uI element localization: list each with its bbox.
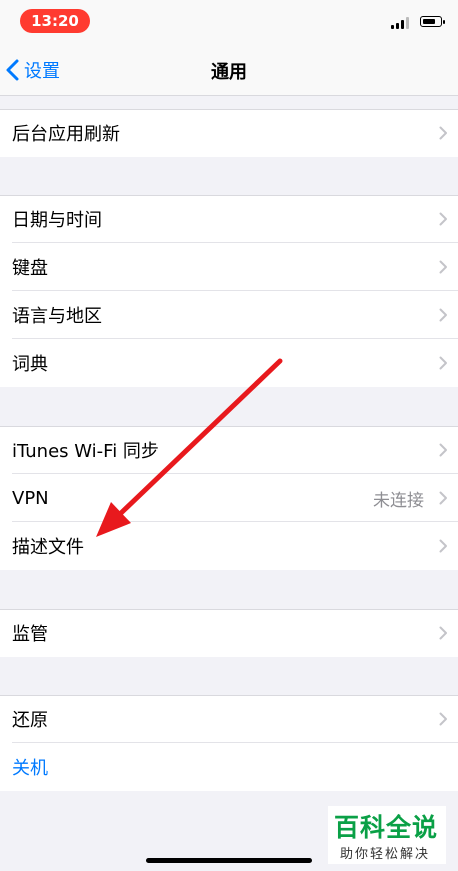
row-date-time[interactable]: 日期与时间	[0, 195, 458, 243]
row-label: 监管	[12, 624, 48, 645]
row-background-app-refresh[interactable]: 后台应用刷新	[0, 109, 458, 157]
settings-group-background-refresh: 后台应用刷新	[0, 109, 458, 157]
chevron-right-icon	[439, 212, 447, 226]
row-reset[interactable]: 还原	[0, 695, 458, 743]
chevron-right-icon	[439, 626, 447, 640]
row-label: 还原	[12, 710, 48, 731]
chevron-right-icon	[439, 443, 447, 457]
status-bar: 13:20	[0, 0, 458, 44]
chevron-right-icon	[439, 308, 447, 322]
row-language-region[interactable]: 语言与地区	[0, 291, 458, 339]
row-label: 后台应用刷新	[12, 124, 120, 145]
chevron-right-icon	[439, 356, 447, 370]
chevron-right-icon	[439, 491, 447, 505]
watermark: 百科全说 助你轻松解决	[328, 806, 446, 864]
vpn-status-value: 未连接	[373, 490, 424, 511]
row-label: VPN	[12, 487, 49, 509]
navigation-bar: 设置 通用	[0, 44, 458, 96]
home-indicator[interactable]	[146, 858, 312, 863]
settings-group-connectivity: iTunes Wi-Fi 同步 VPN 未连接 描述文件	[0, 426, 458, 570]
row-label: 语言与地区	[12, 306, 102, 327]
battery-icon	[420, 16, 445, 27]
row-vpn[interactable]: VPN 未连接	[0, 474, 458, 522]
settings-group-locale: 日期与时间 键盘 语言与地区 词典	[0, 195, 458, 387]
chevron-right-icon	[439, 126, 447, 140]
row-label: 日期与时间	[12, 210, 102, 231]
settings-group-reset: 还原 关机	[0, 695, 458, 791]
shutdown-button[interactable]: 关机	[0, 743, 458, 791]
watermark-subtitle: 助你轻松解决	[340, 847, 431, 862]
row-label: 词典	[12, 354, 48, 375]
row-dictionary[interactable]: 词典	[0, 339, 458, 387]
shutdown-label: 关机	[12, 758, 48, 779]
row-label: iTunes Wi-Fi 同步	[12, 441, 159, 462]
row-label: 键盘	[12, 258, 48, 279]
row-itunes-wifi-sync[interactable]: iTunes Wi-Fi 同步	[0, 426, 458, 474]
chevron-right-icon	[439, 539, 447, 553]
row-label: 描述文件	[12, 537, 84, 558]
row-supervision[interactable]: 监管	[0, 609, 458, 657]
settings-group-supervision: 监管	[0, 609, 458, 657]
chevron-right-icon	[439, 712, 447, 726]
chevron-right-icon	[439, 260, 447, 274]
row-keyboard[interactable]: 键盘	[0, 243, 458, 291]
watermark-title: 百科全说	[334, 813, 439, 842]
status-time[interactable]: 13:20	[20, 9, 90, 33]
cellular-signal-icon	[391, 17, 413, 29]
row-profiles[interactable]: 描述文件	[0, 522, 458, 570]
page-title: 通用	[211, 62, 247, 83]
